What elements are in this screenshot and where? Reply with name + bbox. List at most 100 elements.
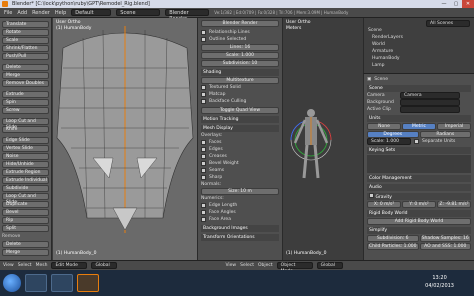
unit-metric-button[interactable]: Metric <box>402 123 436 130</box>
gravity-y-field[interactable]: Y: 0 m/s² <box>402 201 436 208</box>
units-section[interactable]: Units <box>367 115 471 122</box>
outliner-item-world[interactable]: World <box>366 41 472 48</box>
simplify-shadow-field[interactable]: Shadow Samples: 16 <box>419 235 471 242</box>
unit-scale-field[interactable]: Scale: 1.000 <box>367 138 411 145</box>
system-clock[interactable]: 13:20 04/02/2013 <box>425 274 454 290</box>
close-button[interactable]: ✕ <box>462 0 474 8</box>
tool-knife[interactable]: Knife <box>2 126 49 133</box>
keying-sets-section[interactable]: Keying Sets <box>367 147 471 154</box>
tool-noise[interactable]: Noise <box>2 153 49 160</box>
gravity-checkbox[interactable] <box>369 193 374 198</box>
tool-extrude-individual[interactable]: Extrude Individual <box>2 177 49 184</box>
tool-merge[interactable]: Merge <box>2 72 49 79</box>
start-button[interactable] <box>3 274 21 292</box>
subdivision-field[interactable]: Subdivision: 10 <box>201 60 279 67</box>
mesh-menu[interactable]: Mesh <box>36 263 48 268</box>
tool-scale[interactable]: Scale <box>2 37 49 44</box>
tool-extrude-region[interactable]: Extrude Region <box>2 169 49 176</box>
scale-field[interactable]: Scale: 1.000 <box>201 52 279 59</box>
pivot-select[interactable]: Global <box>91 262 118 269</box>
tool-remove-doubles[interactable]: Remove Doubles <box>2 80 49 87</box>
tool-subdivide[interactable]: Subdivide <box>2 185 49 192</box>
background-images-section[interactable]: Background Images <box>201 225 279 232</box>
mode-select[interactable]: Edit Mode <box>51 262 88 269</box>
scene-select[interactable]: Scene <box>116 9 161 16</box>
shading-select[interactable]: Multitexture <box>201 77 279 84</box>
edge-length-checkbox[interactable] <box>201 203 206 208</box>
lines-field[interactable]: Lines: 16 <box>201 44 279 51</box>
menu-add[interactable]: Add <box>17 10 27 16</box>
select-menu[interactable]: Select <box>18 263 32 268</box>
view-menu-2[interactable]: View <box>225 263 236 268</box>
tool-loopcut[interactable]: Loop Cut and Slide <box>2 118 49 130</box>
layout-select[interactable]: Default <box>71 9 112 16</box>
tool-rotate[interactable]: Rotate <box>2 29 49 36</box>
outliner-item-scene[interactable]: Scene <box>366 27 472 34</box>
toggle-quad-view-button[interactable]: Toggle Quad View <box>201 107 279 114</box>
tool-merge-2[interactable]: Merge <box>2 249 49 256</box>
menu-render[interactable]: Render <box>32 10 50 16</box>
taskbar-app-browser-icon[interactable] <box>51 274 73 292</box>
add-rigid-body-world-button[interactable]: Add Rigid Body World <box>367 218 471 225</box>
active-clip-field[interactable] <box>400 106 460 113</box>
maximize-button[interactable]: ▢ <box>450 0 462 8</box>
keying-sets-list[interactable] <box>367 155 471 173</box>
tool-translate[interactable]: Translate <box>2 21 49 28</box>
render-engine-field[interactable]: Blender Render <box>201 20 279 27</box>
simplify-section[interactable]: Simplify <box>367 227 471 234</box>
outline-selected-checkbox[interactable] <box>201 37 206 42</box>
unit-imperial-button[interactable]: Imperial <box>437 123 471 130</box>
radians-button[interactable]: Radians <box>419 131 471 138</box>
taskbar-app-blender-icon[interactable] <box>77 274 99 292</box>
matcap-checkbox[interactable] <box>201 92 206 97</box>
gravity-z-field[interactable]: Z: -9.81 m/s² <box>437 201 471 208</box>
outliner-item-lamp[interactable]: Lamp <box>366 62 472 69</box>
degrees-button[interactable]: Degrees <box>367 131 419 138</box>
viewport-edit-mesh[interactable]: User Ortho (1) HumanBody (1) HumanBody_0 <box>53 18 197 260</box>
simplify-subdivision-field[interactable]: Subdivision: 6 <box>367 235 419 242</box>
mesh-display-section[interactable]: Mesh Display <box>201 125 279 132</box>
outliner-item-renderlayers[interactable]: RenderLayers <box>366 34 472 41</box>
tool-split[interactable]: Split <box>2 225 49 232</box>
overlay-faces-checkbox[interactable] <box>201 140 206 145</box>
tool-duplicate[interactable]: Duplicate <box>2 201 49 208</box>
tool-shrink-flatten[interactable]: Shrink/Flatten <box>2 45 49 52</box>
transform-orientations-section[interactable]: Transform Orientations <box>201 234 279 241</box>
tool-vertex-slide[interactable]: Vertex Slide <box>2 145 49 152</box>
backface-checkbox[interactable] <box>201 99 206 104</box>
outliner-item-humanbody[interactable]: HumanBody <box>366 55 472 62</box>
motion-tracking-section[interactable]: Motion Tracking <box>201 116 279 123</box>
audio-section[interactable]: Audio <box>367 184 471 191</box>
simplify-child-field[interactable]: Child Particles: 1.000 <box>367 243 419 250</box>
tool-screw[interactable]: Screw <box>2 107 49 114</box>
background-field[interactable] <box>400 99 460 106</box>
menu-help[interactable]: Help <box>55 10 66 16</box>
minimize-button[interactable]: — <box>438 0 450 8</box>
gravity-x-field[interactable]: X: 0 m/s² <box>367 201 401 208</box>
render-engine-select[interactable]: Blender Render <box>165 9 210 22</box>
shading-section[interactable]: Shading <box>201 69 279 76</box>
tool-hide[interactable]: Hide/Unhide <box>2 161 49 168</box>
face-angles-checkbox[interactable] <box>201 210 206 215</box>
outliner-view-select[interactable]: All Scenes <box>426 20 470 27</box>
overlay-sharp-checkbox[interactable] <box>201 175 206 180</box>
tool-extrude[interactable]: Extrude <box>2 91 49 98</box>
face-area-checkbox[interactable] <box>201 217 206 222</box>
unit-none-button[interactable]: None <box>367 123 401 130</box>
tool-bevel[interactable]: Bevel <box>2 209 49 216</box>
viewport-object-mode[interactable]: User Ortho Meters (1) HumanBody_0 <box>283 18 363 260</box>
tool-delete-2[interactable]: Delete <box>2 241 49 248</box>
textured-solid-checkbox[interactable] <box>201 85 206 90</box>
overlay-edges-checkbox[interactable] <box>201 147 206 152</box>
tool-push-pull[interactable]: Push/Pull <box>2 53 49 60</box>
taskbar-app-explorer-icon[interactable] <box>25 274 47 292</box>
tool-rip[interactable]: Rip <box>2 217 49 224</box>
simplify-ao-field[interactable]: AO and SSS: 1.000 <box>419 243 471 250</box>
rigid-body-world-section[interactable]: Rigid Body World <box>367 210 471 217</box>
tool-delete[interactable]: Delete <box>2 64 49 71</box>
mode-select-2[interactable]: Object Mode <box>276 262 313 274</box>
overlay-creases-checkbox[interactable] <box>201 154 206 159</box>
object-menu[interactable]: Object <box>258 263 273 268</box>
overlay-bevel-checkbox[interactable] <box>201 161 206 166</box>
separate-units-checkbox[interactable] <box>414 139 419 144</box>
